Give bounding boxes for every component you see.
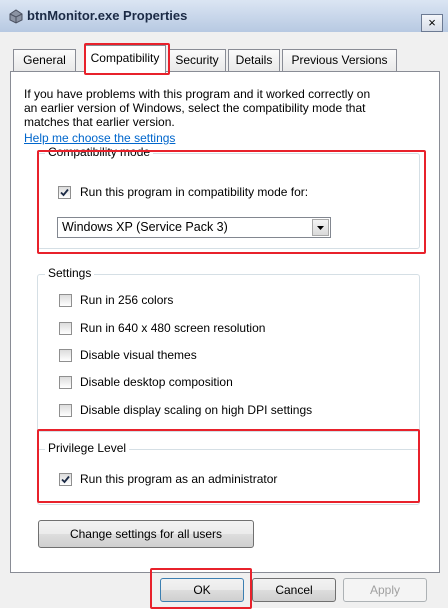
- run-640x480-checkbox[interactable]: [59, 322, 72, 335]
- help-link[interactable]: Help me choose the settings: [24, 131, 175, 145]
- close-button[interactable]: ×: [421, 14, 443, 32]
- os-version-select[interactable]: Windows XP (Service Pack 3): [57, 217, 331, 238]
- tab-security[interactable]: Security: [168, 49, 226, 72]
- compatibility-mode-legend: Compatibility mode: [45, 145, 154, 159]
- run-256-colors-checkbox[interactable]: [59, 294, 72, 307]
- disable-desktop-composition-checkbox[interactable]: [59, 376, 72, 389]
- tab-compatibility[interactable]: Compatibility: [84, 45, 166, 73]
- apply-button[interactable]: Apply: [343, 578, 427, 602]
- disable-desktop-composition-label: Disable desktop composition: [80, 375, 233, 389]
- os-version-value: Windows XP (Service Pack 3): [62, 220, 228, 234]
- compat-mode-checkbox[interactable]: [58, 186, 71, 199]
- tab-general[interactable]: General: [13, 49, 76, 72]
- compat-mode-label: Run this program in compatibility mode f…: [80, 185, 309, 199]
- run-as-admin-checkbox[interactable]: [59, 473, 72, 486]
- window-title: btnMonitor.exe Properties: [27, 8, 188, 23]
- intro-text-line-1: If you have problems with this program a…: [24, 87, 371, 101]
- run-as-admin-label: Run this program as an administrator: [80, 472, 278, 486]
- run-256-colors-label: Run in 256 colors: [80, 293, 174, 307]
- title-bar: btnMonitor.exe Properties ×: [0, 0, 448, 33]
- disable-visual-themes-label: Disable visual themes: [80, 348, 197, 362]
- run-640x480-label: Run in 640 x 480 screen resolution: [80, 321, 266, 335]
- tab-previous-versions[interactable]: Previous Versions: [282, 49, 397, 72]
- cancel-button[interactable]: Cancel: [252, 578, 336, 602]
- privilege-level-legend: Privilege Level: [45, 441, 130, 455]
- settings-legend: Settings: [45, 266, 95, 280]
- disable-dpi-scaling-label: Disable display scaling on high DPI sett…: [80, 403, 313, 417]
- program-properties-icon: [8, 8, 24, 24]
- checkmark-icon: [60, 188, 69, 197]
- checkmark-icon: [61, 475, 70, 484]
- disable-visual-themes-checkbox[interactable]: [59, 349, 72, 362]
- change-all-users-button[interactable]: Change settings for all users: [38, 520, 254, 548]
- intro-text-line-3: matches that earlier version.: [24, 115, 175, 129]
- ok-button[interactable]: OK: [160, 578, 244, 602]
- disable-dpi-scaling-checkbox[interactable]: [59, 404, 72, 417]
- tab-details[interactable]: Details: [228, 49, 280, 72]
- intro-text-line-2: an earlier version of Windows, select th…: [24, 101, 366, 115]
- dropdown-arrow-icon[interactable]: [312, 219, 329, 236]
